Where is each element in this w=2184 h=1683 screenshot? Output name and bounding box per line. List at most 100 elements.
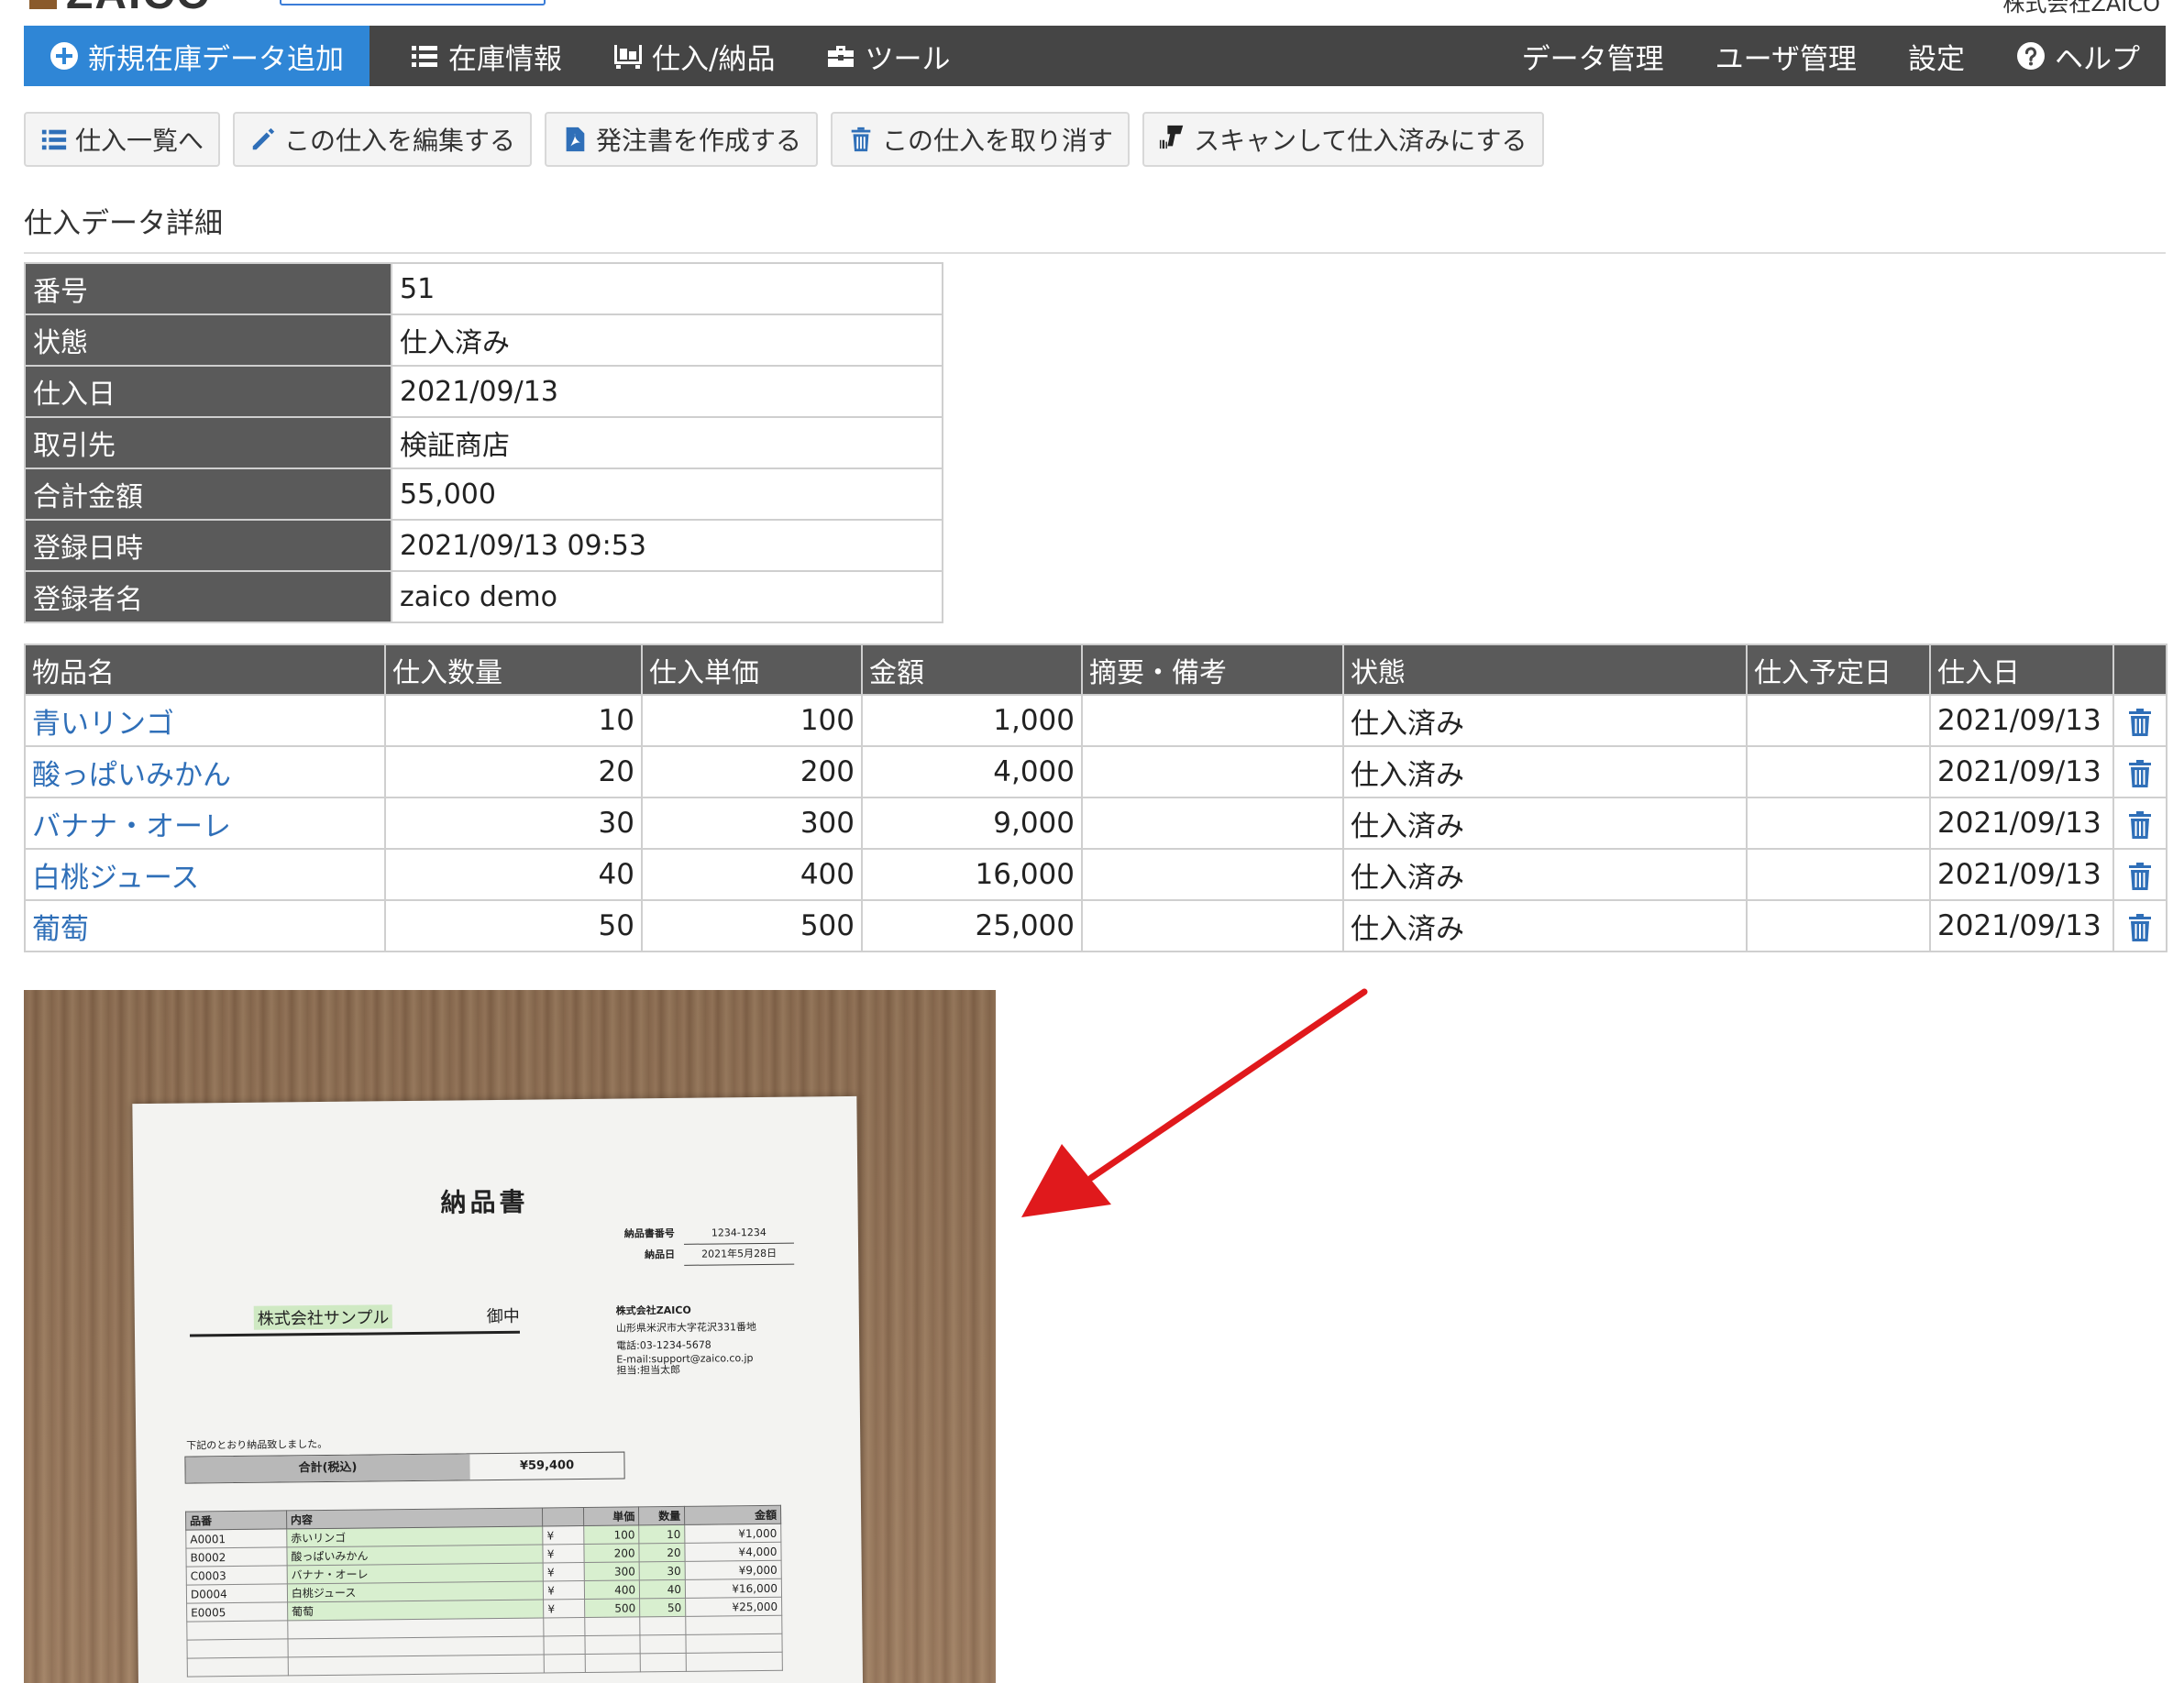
nav-purchase[interactable]: 仕入/納品: [588, 26, 800, 86]
barcode-scanner-wrapper: [1159, 123, 1186, 157]
col-header-unit-price[interactable]: 仕入単価: [641, 644, 863, 696]
item-unit-price: 100: [641, 694, 863, 747]
slip-meta-value: 2021年5月28日: [683, 1243, 795, 1266]
nav-settings-label: 設定: [1908, 42, 1965, 76]
nav-users-label: ユーザ管理: [1715, 42, 1857, 76]
slip-note: 下記のとおり納品致しました。: [186, 1437, 328, 1452]
slip-item-code: E0005: [186, 1601, 288, 1622]
nav-tools-label: ツール: [865, 42, 951, 76]
item-planned-date: [1746, 848, 1931, 901]
item-name-link[interactable]: 青いリンゴ: [24, 694, 386, 747]
edit-purchase-label: この仕入を編集する: [284, 126, 516, 156]
nav-inventory[interactable]: 在庫情報: [384, 26, 588, 86]
table-row: 白桃ジュース 40 400 16,000 仕入済み 2021/09/13: [24, 848, 2167, 901]
detail-row: 状態 仕入済み: [24, 314, 943, 367]
slip-item-yen: ¥: [543, 1580, 585, 1600]
nav-data-label: データ管理: [1521, 42, 1664, 76]
item-qty: 10: [384, 694, 643, 747]
item-status: 仕入済み: [1342, 848, 1748, 901]
slip-item-yen: ¥: [542, 1525, 585, 1545]
item-qty: 30: [384, 797, 643, 850]
create-order-button[interactable]: 発注書を作成する: [545, 112, 819, 167]
slip-col-qty: 数量: [638, 1506, 685, 1525]
detail-label: 登録日時: [24, 519, 392, 572]
nav-help[interactable]: ヘルプ: [1991, 26, 2166, 86]
slip-item-amount: ¥16,000: [685, 1578, 782, 1599]
trash-icon: [2129, 759, 2151, 787]
detail-value: 55,000: [391, 468, 943, 521]
detail-value: 51: [391, 262, 943, 315]
item-unit-price: 400: [641, 848, 863, 901]
slip-sender: 株式会社ZAICO 山形県米沢市大字花沢331番地 電話:03-1234-567…: [616, 1301, 757, 1377]
scan-purchase-button[interactable]: スキャンして仕入済みにする: [1142, 112, 1544, 167]
item-name-link[interactable]: バナナ・オーレ: [24, 797, 386, 850]
col-header-note[interactable]: 摘要・備考: [1081, 644, 1344, 696]
trash-icon: [2129, 862, 2151, 890]
detail-label: 合計金額: [24, 468, 392, 521]
slip-recipient: 株式会社サンプル 御中: [189, 1303, 521, 1337]
top-strip: ZAICO 株式会社ZAICO: [0, 0, 2184, 26]
slip-item-amount: ¥9,000: [685, 1560, 782, 1580]
item-planned-date: [1746, 745, 1931, 798]
cancel-purchase-button[interactable]: この仕入を取り消す: [831, 112, 1131, 167]
slip-col-code: 品番: [185, 1510, 287, 1531]
delete-item-button[interactable]: [2112, 848, 2167, 901]
delete-item-button[interactable]: [2112, 899, 2167, 952]
col-header-date[interactable]: 仕入日: [1929, 644, 2114, 696]
slip-total: 合計(税込) ¥59,400: [184, 1451, 625, 1484]
col-header-qty[interactable]: 仕入数量: [384, 644, 643, 696]
items-header-row: 物品名 仕入数量 仕入単価 金額 摘要・備考 状態 仕入予定日 仕入日: [24, 644, 2167, 696]
action-bar: 仕入一覧へ この仕入を編集する 発注書を作成する この仕入を取り消す スキャンし…: [24, 112, 1544, 167]
purchase-items-table: 物品名 仕入数量 仕入単価 金額 摘要・備考 状態 仕入予定日 仕入日 青いリン…: [24, 644, 2167, 952]
item-status: 仕入済み: [1342, 745, 1748, 798]
zaico-logo[interactable]: ZAICO: [29, 0, 259, 18]
item-unit-price: 500: [641, 899, 863, 952]
slip-item-amount: ¥1,000: [684, 1524, 781, 1544]
col-header-planned-date[interactable]: 仕入予定日: [1746, 644, 1931, 696]
item-qty: 20: [384, 745, 643, 798]
detail-label: 取引先: [24, 416, 392, 469]
slip-title: 納品書: [440, 1186, 529, 1218]
logo-mark-icon: [29, 0, 57, 9]
detail-value: 検証商店: [391, 416, 943, 469]
slip-item-amount: ¥25,000: [685, 1597, 782, 1617]
slip-total-label: 合計(税込): [185, 1454, 470, 1483]
list-icon: [41, 129, 67, 150]
delivery-slip-paper: 納品書 納品書番号 1234-1234 納品日 2021年5月28日 株式会社サンプ…: [132, 1095, 864, 1683]
nav-add-inventory[interactable]: 新規在庫データ追加: [24, 26, 370, 86]
detail-label: 仕入日: [24, 365, 392, 418]
col-header-amount[interactable]: 金額: [861, 644, 1083, 696]
item-date: 2021/09/13: [1929, 797, 2114, 850]
col-header-status[interactable]: 状態: [1342, 644, 1748, 696]
purchase-list-button[interactable]: 仕入一覧へ: [24, 112, 221, 167]
slip-item-code: B0002: [185, 1546, 288, 1568]
item-date: 2021/09/13: [1929, 745, 2114, 798]
item-qty: 50: [384, 899, 643, 952]
col-header-name[interactable]: 物品名: [24, 644, 386, 696]
delete-item-button[interactable]: [2112, 745, 2167, 798]
trash-icon: [2129, 708, 2151, 736]
nav-tools[interactable]: ツール: [800, 26, 976, 86]
delete-item-button[interactable]: [2112, 797, 2167, 850]
plus-circle-icon: [50, 42, 78, 70]
nav-user-management[interactable]: ユーザ管理: [1690, 26, 1882, 86]
slip-col-price: 単価: [583, 1506, 639, 1526]
slip-item-price: 200: [584, 1543, 640, 1563]
search-input[interactable]: [280, 0, 546, 6]
nav-data-management[interactable]: データ管理: [1496, 26, 1690, 86]
detail-label: 番号: [24, 262, 392, 315]
item-status: 仕入済み: [1342, 797, 1748, 850]
delete-item-button[interactable]: [2112, 694, 2167, 747]
nav-settings[interactable]: 設定: [1882, 26, 1991, 86]
edit-purchase-button[interactable]: この仕入を編集する: [233, 112, 533, 167]
slip-item-qty: 10: [638, 1524, 685, 1544]
slip-meta-row: 納品書番号 1234-1234: [611, 1222, 794, 1246]
item-date: 2021/09/13: [1929, 848, 2114, 901]
item-name-link[interactable]: 葡萄: [24, 899, 386, 952]
slip-meta: 納品書番号 1234-1234 納品日 2021年5月28日: [611, 1222, 795, 1267]
item-name-link[interactable]: 酸っぱいみかん: [24, 745, 386, 798]
item-name-link[interactable]: 白桃ジュース: [24, 848, 386, 901]
item-planned-date: [1746, 899, 1931, 952]
slip-items-table: 品番 内容 単価 数量 金額 A0001 赤いリンゴ ¥100 10 ¥1,000 B00…: [185, 1505, 783, 1678]
detail-value: 2021/09/13 09:53: [391, 519, 943, 572]
